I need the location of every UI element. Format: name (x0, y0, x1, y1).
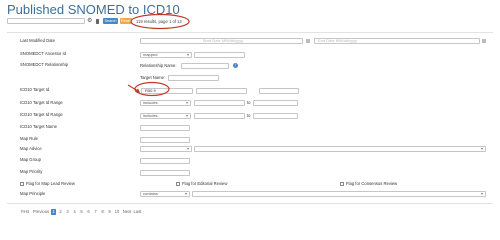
last-modified-label: Last Modified Date (20, 38, 55, 43)
pagination-page[interactable]: 9 (107, 209, 112, 215)
info-icon[interactable]: i (233, 63, 238, 68)
target-id-range-select[interactable]: includes ▾ (140, 100, 191, 106)
map-principle-select[interactable]: contains ▾ (140, 191, 190, 197)
flag-lead-review-label: Flag for Map Lead Review (26, 181, 75, 186)
chevron-down-icon: ▾ (186, 146, 189, 151)
map-group-label: Map Group (20, 157, 41, 162)
flag-consensus-review-checkbox[interactable] (340, 182, 344, 186)
icd10-target-name-input[interactable] (140, 125, 190, 131)
map-principle-label: Map Principle (20, 191, 46, 196)
calendar-icon[interactable] (482, 39, 486, 43)
target-id-label: ICD10 Target Id (20, 87, 50, 92)
annotation-circle-results (130, 13, 190, 30)
chevron-down-icon: ▾ (185, 100, 188, 105)
to-label: to (247, 100, 251, 105)
target-id-input-2[interactable] (196, 88, 247, 94)
pagination-page[interactable]: 1 (51, 209, 56, 215)
pagination-next[interactable]: Next (122, 209, 132, 215)
map-rule-input[interactable] (140, 137, 190, 143)
ancestor-select[interactable]: mapped ▾ (140, 52, 192, 58)
pagination-page[interactable]: 5 (79, 209, 84, 215)
ancestor-input[interactable] (194, 52, 245, 58)
pagination-page[interactable]: 8 (100, 209, 105, 215)
target-id-range-select-2[interactable]: includes ▾ (140, 113, 191, 119)
annotation-circle-target-id (134, 81, 170, 97)
chevron-down-icon: ▾ (480, 146, 483, 151)
flag-lead-review-checkbox[interactable] (20, 182, 24, 186)
target-id-input-3[interactable] (259, 88, 299, 94)
end-date-input[interactable]: End Date MM/dd/yyyy (314, 38, 480, 44)
pagination-page[interactable]: 7 (93, 209, 98, 215)
divider (7, 203, 493, 204)
chevron-down-icon: ▾ (480, 191, 483, 196)
target-id-range-to-2[interactable] (253, 113, 298, 119)
target-id-range-to[interactable] (253, 100, 298, 106)
target-id-range-from[interactable] (194, 100, 245, 106)
map-priority-label: Map Priority (20, 169, 43, 174)
target-id-range-from-2[interactable] (194, 113, 245, 119)
relationship-name-input[interactable] (181, 63, 229, 69)
target-id-range-label-2: ICD10 Target Id Range (20, 112, 63, 117)
pagination-previous[interactable]: Previous (32, 209, 50, 215)
map-advice-select-2[interactable]: ▾ (194, 146, 486, 152)
map-advice-select[interactable]: ▾ (140, 146, 192, 152)
map-group-input[interactable] (140, 158, 190, 164)
relationship-label: SNOMEDCT Relationship (20, 62, 69, 67)
map-rule-label: Map Rule (20, 136, 38, 141)
relationship-name-label: Relationship Name: (140, 63, 177, 68)
search-button[interactable]: Search (103, 18, 118, 24)
ancestor-label: SNOMEDCT Ancestor Id (20, 51, 66, 56)
target-name-field-label: ICD10 Target Name (20, 124, 57, 129)
target-name-input[interactable] (168, 75, 219, 81)
pagination-page[interactable]: 10 (113, 209, 121, 215)
to-label-2: to (247, 113, 251, 118)
map-principle-select-2[interactable]: ▾ (192, 191, 486, 197)
pagination-page[interactable]: 2 (58, 209, 63, 215)
map-priority-input[interactable] (140, 170, 190, 176)
target-id-range-label: ICD10 Target Id Range (20, 100, 63, 105)
map-advice-label: Map Advice (20, 146, 42, 151)
chevron-down-icon: ▾ (185, 113, 188, 118)
flag-consensus-review-label: Flag for Consensus Review (346, 181, 398, 186)
chevron-down-icon: ▾ (184, 191, 187, 196)
target-name-label: Target Name: (140, 75, 166, 80)
trash-icon[interactable] (96, 19, 99, 24)
gear-icon[interactable]: ⚙ (87, 17, 92, 24)
search-input[interactable] (7, 18, 85, 24)
chevron-down-icon: ▾ (186, 52, 189, 57)
pagination-last[interactable]: Last (133, 209, 142, 215)
pagination-page[interactable]: 4 (72, 209, 77, 215)
divider (7, 32, 493, 33)
pagination-page[interactable]: 6 (86, 209, 91, 215)
flag-editorial-review-checkbox[interactable] (176, 182, 180, 186)
pagination-first[interactable]: First (20, 209, 30, 215)
pagination-page[interactable]: 3 (65, 209, 70, 215)
start-date-input[interactable]: Start Date MM/dd/yyyy (140, 38, 303, 44)
flag-editorial-review-label: Flag for Editorial Review (182, 181, 228, 186)
calendar-icon[interactable] (306, 39, 310, 43)
